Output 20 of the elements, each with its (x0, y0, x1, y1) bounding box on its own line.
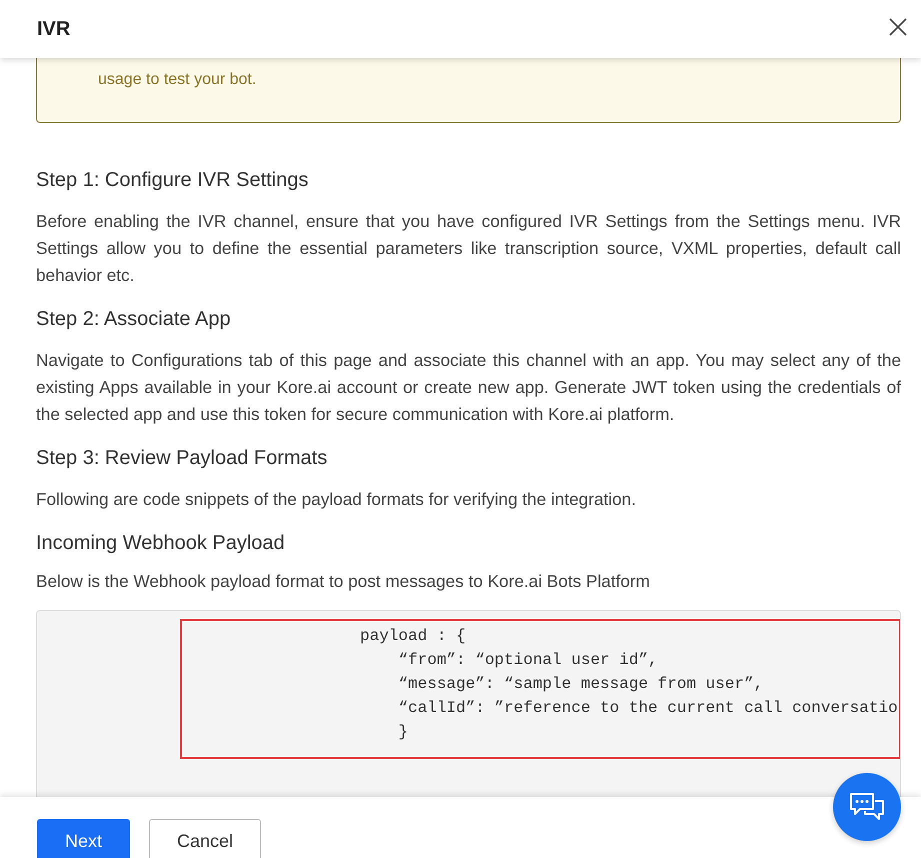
close-icon (889, 18, 907, 36)
close-button[interactable] (889, 18, 907, 36)
section-text: Navigate to Configurations tab of this page and associate this channel with an app. You may select any of the existing Apps available in your Kore.ai account or create new app. Generate JWT token using the credentials of the selected app and use this token for secure communication with Kore.ai platform. (36, 349, 901, 426)
section-text: Before enabling the IVR channel, ensure that you have configured IVR Settings from the Settings menu. IVR Settings allow you to define the essential parameters like transcription source, VXML properties, default call behavior etc. (36, 210, 901, 287)
next-button[interactable]: Next (37, 819, 130, 858)
chat-icon (849, 792, 885, 822)
section-heading: Step 2: Associate App (36, 307, 232, 332)
code-line: “callId”: ”reference to the current call conversatio (397, 698, 899, 719)
section-heading: Incoming Webhook Payload (36, 531, 286, 556)
code-line: payload : { (360, 626, 467, 647)
code-line: “message”: “sample message from user”, (397, 674, 764, 695)
section-heading: Step 3: Review Payload Formats (36, 446, 328, 471)
section-heading: Step 1: Configure IVR Settings (36, 168, 310, 193)
section-text: Below is the Webhook payload format to post messages to Kore.ai Bots Platform (36, 570, 651, 593)
cancel-button[interactable]: Cancel (149, 819, 262, 858)
code-line: “from”: “optional user id”, (397, 650, 659, 671)
code-line: } (397, 722, 410, 743)
notice-text: usage to test your bot. (98, 70, 258, 90)
dialog-title: IVR (37, 17, 70, 41)
section-text: Following are code snippets of the payload formats for verifying the integration. (36, 488, 637, 511)
